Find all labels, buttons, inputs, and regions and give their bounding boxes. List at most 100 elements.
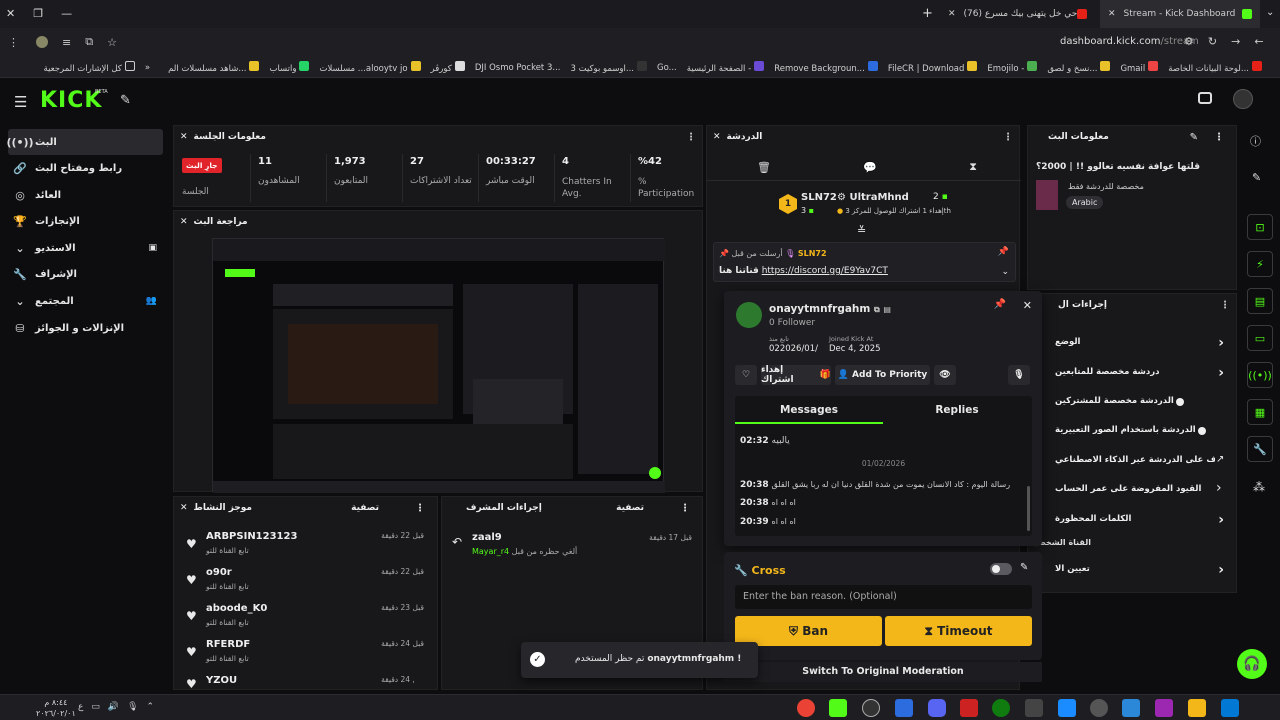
action-banned-words[interactable]: الكلمات المحظورة › (1055, 512, 1230, 528)
broadcast-icon[interactable]: ((•)) (1247, 362, 1273, 388)
bookmark-item[interactable]: Remove Backgroun... (774, 61, 878, 74)
back-icon[interactable]: ← (1254, 35, 1263, 48)
app-icon[interactable] (895, 699, 913, 717)
xbox-icon[interactable] (992, 699, 1010, 717)
external-link-icon[interactable]: ↗ (1216, 454, 1224, 465)
bookmark-item[interactable]: Gmail (1120, 61, 1159, 74)
tab-messages[interactable]: Messages (735, 396, 883, 424)
tab-list-icon[interactable]: ≡ (62, 36, 71, 49)
bookmark-item[interactable]: Emojilo - (987, 61, 1038, 74)
sidebar-item-drops[interactable]: ⛁ الإنزالات و الجوائز (8, 315, 163, 341)
pin-icon[interactable]: ✎ (120, 93, 131, 108)
action-set-channel[interactable]: تعيين الا › (1055, 562, 1230, 578)
kick-app-icon[interactable] (829, 699, 847, 717)
activity-filter-button[interactable]: تصفية (351, 503, 379, 513)
cross-toggle[interactable] (990, 563, 1012, 575)
forward-icon[interactable]: → (1231, 35, 1240, 48)
more-options-icon[interactable]: ⋮ (1220, 300, 1230, 311)
more-options-icon[interactable]: ⋮ (415, 503, 425, 514)
bookmark-item[interactable]: لوحة البيانات الخاصة... (1168, 61, 1262, 74)
keyboard-layout-icon[interactable]: ع (78, 702, 83, 712)
bookmark-item[interactable]: FileCR | Download (888, 61, 978, 74)
info-icon[interactable]: ⓘ (1250, 133, 1261, 149)
action-ai-moderation[interactable]: الإشراف على الدردشة عبر الذكاء الاصطناعي (1055, 455, 1215, 465)
tab-search-icon[interactable]: ⌄ (1266, 7, 1274, 18)
taskbar-clock[interactable]: ٨:٤٤ م ٢٠٢٦/٠٢/٠١ (36, 697, 76, 719)
obs-icon[interactable] (862, 699, 880, 717)
lightning-icon[interactable]: ⚡ (1247, 251, 1273, 277)
kick-logo[interactable]: KICK (40, 88, 102, 113)
bookmark-star-icon[interactable]: ☆ (107, 36, 117, 49)
mic-icon[interactable]: 🎙 (127, 702, 138, 712)
discord-link[interactable]: https://discord.gg/E9Yav7CT (762, 266, 888, 276)
close-tab-icon[interactable]: ✕ (1108, 9, 1116, 19)
share-icon[interactable]: ⁂ (1253, 480, 1265, 494)
trash-icon[interactable]: 🗑 (757, 161, 771, 174)
bookmark-item[interactable]: Go... (657, 63, 677, 73)
edit-icon[interactable]: ✎ (1252, 171, 1261, 184)
action-mode[interactable]: الوضع › (1055, 335, 1230, 351)
bookmark-item[interactable]: مسلسلات ...alooytv jo (319, 61, 421, 74)
more-options-icon[interactable]: ⋮ (686, 132, 696, 143)
reload-icon[interactable]: ↻ (1208, 35, 1217, 48)
ban-reason-input[interactable]: Enter the ban reason. (Optional) (735, 585, 1032, 609)
bookmark-item[interactable]: واتساب (269, 61, 310, 74)
close-tab-icon[interactable]: ✕ (948, 9, 956, 19)
support-icon[interactable]: 🎧 (1237, 649, 1267, 679)
document-icon[interactable]: ▤ (1247, 288, 1273, 314)
restore-window-icon[interactable]: ❐ (33, 7, 43, 20)
pin-icon[interactable]: 📌 (994, 299, 1006, 310)
bookmark-item[interactable]: كورڤر (431, 61, 465, 74)
close-window-icon[interactable]: ✕ (6, 7, 15, 20)
chevron-right-icon[interactable]: › (1216, 480, 1222, 496)
chat-bubble-icon[interactable]: 💬 (863, 161, 877, 174)
site-settings-icon[interactable]: ⚙ (1184, 35, 1194, 48)
tab-replies[interactable]: Replies (883, 396, 1031, 424)
action-subscribers-only[interactable]: الدردشة مخصصة للمشتركين (1055, 396, 1230, 406)
timeout-button[interactable]: ⧗ Timeout (885, 616, 1032, 646)
network-icon[interactable]: ▭ (91, 702, 100, 712)
ban-button[interactable]: ⛨ Ban (735, 616, 882, 646)
more-bookmarks-icon[interactable]: » (145, 63, 150, 73)
profile-avatar[interactable] (36, 36, 48, 48)
gift-sub-button[interactable]: إهداء اشتراك 🎁 (761, 365, 831, 385)
edit-icon[interactable]: ✎ (1190, 132, 1198, 143)
app-icon[interactable] (1122, 699, 1140, 717)
eye-icon[interactable]: 👁 (934, 365, 956, 385)
add-to-priority-button[interactable]: 👤 Add To Priority (835, 365, 930, 385)
minimize-window-icon[interactable]: — (61, 7, 72, 20)
menu-icon[interactable]: ⋮ (8, 36, 19, 49)
discord-icon[interactable] (928, 699, 946, 717)
settings-icon[interactable] (1090, 699, 1108, 717)
expand-icon[interactable]: ⌄ (1001, 267, 1009, 277)
hamburger-menu-icon[interactable]: ☰ (14, 93, 27, 111)
file-explorer-icon[interactable] (1188, 699, 1206, 717)
sidebar-item-stream[interactable]: ((•)) البث (6, 129, 163, 155)
more-options-icon[interactable]: ⋮ (680, 503, 690, 514)
mod-filter-button[interactable]: تصفية (616, 503, 644, 513)
bookmark-item[interactable]: الصفحة الرئيسية - (687, 61, 765, 74)
all-bookmarks-folder[interactable]: كل الإشارات المرجعية (44, 61, 135, 74)
app-icon[interactable] (1155, 699, 1173, 717)
windows-start-icon[interactable] (1221, 699, 1239, 717)
edit-icon[interactable]: ✎ (1020, 562, 1028, 573)
pinned-message[interactable]: 📌 أرسلت من قبل 🎙 SLN72 قناتنا هنا https:… (713, 242, 1016, 282)
tab-kick-dashboard[interactable]: ✕ Stream - Kick Dashboard (1100, 0, 1260, 28)
favorite-button[interactable]: ♡ (735, 365, 757, 385)
sidebar-item-community[interactable]: ⌄ المجتمع 👥 (8, 288, 163, 314)
app-icon[interactable] (960, 699, 978, 717)
sidebar-item-moderation[interactable]: 🔧 الإشراف (8, 261, 163, 287)
chrome-icon[interactable] (797, 699, 815, 717)
sidebar-item-revenue[interactable]: ◎ العائد (8, 182, 163, 208)
clip-icon[interactable]: ⊡ (1247, 214, 1273, 240)
switch-moderation-button[interactable]: Switch To Original Moderation (724, 662, 1042, 682)
bookmark-item[interactable]: نسخ و لصق... (1047, 61, 1111, 74)
action-emote-only[interactable]: الدردشة باستخدام الصور التعبيرية (1055, 425, 1230, 435)
bookmark-item[interactable]: DJI Osmo Pocket 3... (475, 63, 561, 73)
stream-view-icon[interactable] (1198, 92, 1212, 104)
tray-chevron-icon[interactable]: ⌃ (147, 702, 155, 712)
sidebar-item-studio[interactable]: ⌄ الاستديو ▣ (8, 235, 163, 261)
scrollbar[interactable] (1027, 486, 1030, 531)
action-account-age[interactable]: القيود المفروضة على عمر الحساب (1055, 484, 1215, 494)
edge-icon[interactable] (1058, 699, 1076, 717)
